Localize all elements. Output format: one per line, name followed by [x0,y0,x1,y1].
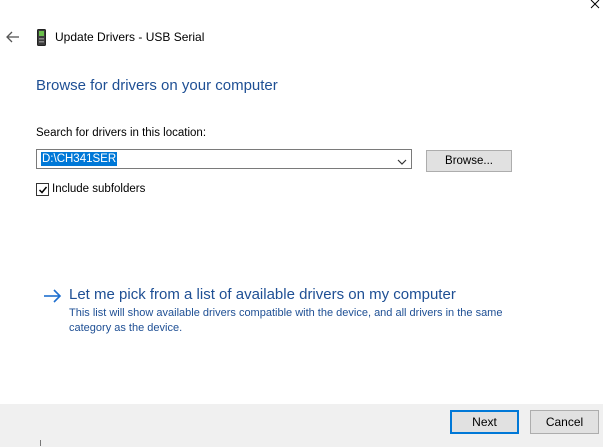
window-title: Update Drivers - USB Serial [55,30,205,44]
cancel-button[interactable]: Cancel [530,410,599,434]
include-subfolders-checkbox[interactable] [36,183,49,196]
chevron-down-icon[interactable] [397,154,407,165]
usb-device-icon [36,29,47,46]
next-button[interactable]: Next [450,410,519,434]
update-drivers-window: Update Drivers - USB Serial Browse for d… [0,0,603,447]
close-icon[interactable] [588,0,603,14]
search-location-label: Search for drivers in this location: [36,127,207,139]
include-subfolders-label[interactable]: Include subfolders [52,182,145,197]
driver-path-value[interactable]: D:\CH341SER [41,152,118,166]
arrow-right-icon[interactable] [43,288,63,304]
back-arrow-icon[interactable] [5,29,21,45]
checkmark-icon [38,186,48,194]
browse-button[interactable]: Browse... [426,150,512,172]
pick-from-list-description: This list will show available drivers co… [69,307,503,334]
driver-path-combobox[interactable]: D:\CH341SER [36,149,412,169]
pick-from-list-link[interactable]: Let me pick from a list of available dri… [69,285,456,305]
page-title: Browse for drivers on your computer [36,77,278,94]
resize-corner-mark [40,440,45,446]
